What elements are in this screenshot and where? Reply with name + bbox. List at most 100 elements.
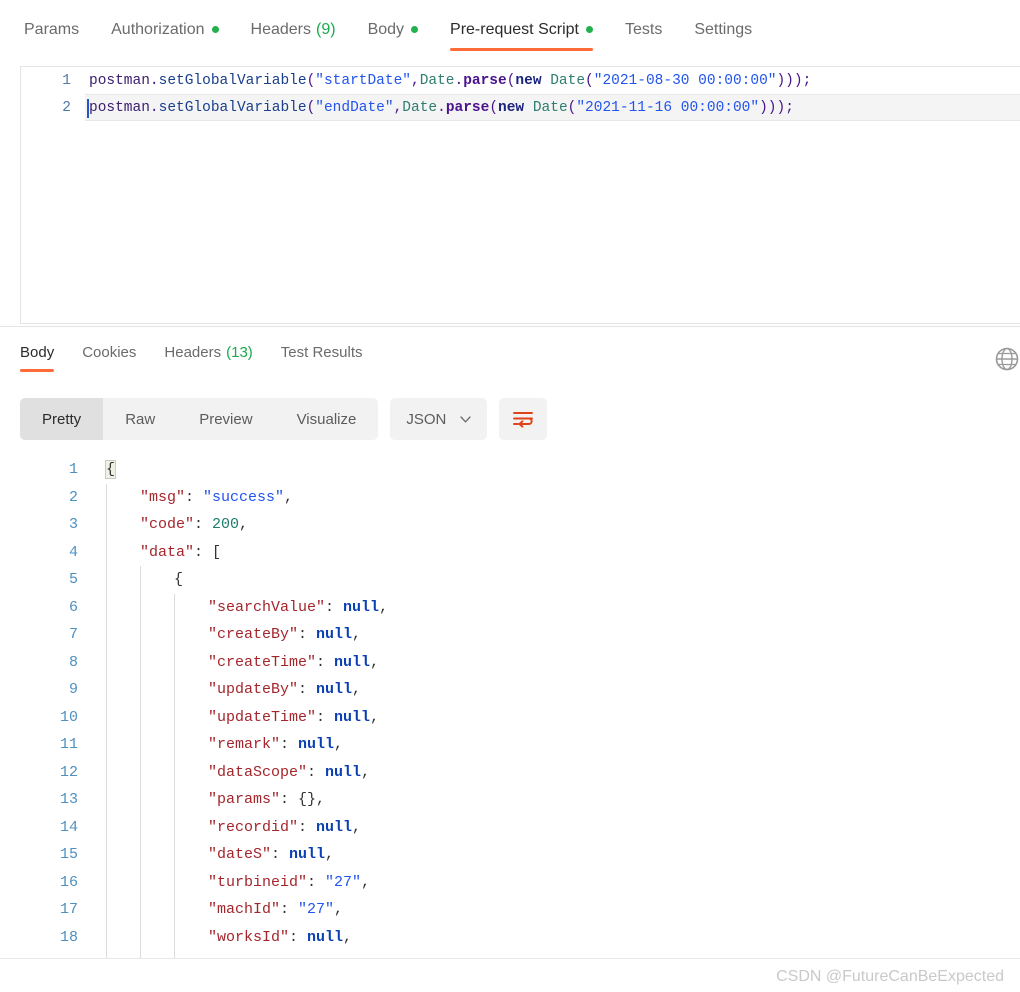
globe-icon[interactable] <box>994 346 1020 372</box>
code-token: . <box>437 99 446 116</box>
request-tab-count: (9) <box>316 21 336 38</box>
code-line[interactable]: 2 postman.setGlobalVariable("endDate",Dat… <box>21 94 1020 121</box>
json-token: null <box>325 763 362 781</box>
json-token: , <box>316 791 326 809</box>
indent-guide <box>140 648 141 676</box>
request-tab-headers[interactable]: Headers (9) <box>251 20 336 51</box>
json-line-content: "worksId": null, <box>92 923 1020 951</box>
json-line: 9 "updateBy": null, <box>0 676 1020 704</box>
indent-guide <box>106 621 107 649</box>
json-line: 15 "dateS": null, <box>0 841 1020 869</box>
response-tab-body[interactable]: Body <box>20 344 55 372</box>
json-line-number: 13 <box>59 791 78 809</box>
json-token: { <box>174 571 184 589</box>
code-line[interactable]: 1 postman.setGlobalVariable("startDate",D… <box>21 67 1020 94</box>
request-tab-tests[interactable]: Tests <box>625 20 662 51</box>
indent-guide <box>174 923 175 951</box>
wrap-text-button[interactable] <box>499 398 548 440</box>
json-line-number: 16 <box>59 873 78 891</box>
json-line-number: 8 <box>68 653 78 671</box>
json-line-content: { <box>92 456 1020 484</box>
watermark: CSDN @FutureCanBeExpected <box>776 968 1004 985</box>
json-line-number: 18 <box>59 928 78 946</box>
code-token: . <box>149 72 159 89</box>
response-tab-test-results[interactable]: Test Results <box>281 344 363 372</box>
request-tab-label: Body <box>367 21 405 38</box>
request-tab-authorization[interactable]: Authorization <box>111 20 219 51</box>
response-section-divider <box>0 326 1020 327</box>
indent-guide <box>140 923 141 951</box>
json-line: 16 "turbineid": "27", <box>0 868 1020 896</box>
json-line-content: "updateBy": null, <box>92 676 1020 704</box>
json-token: null <box>289 846 326 864</box>
indent-guide <box>106 868 107 896</box>
json-token: : <box>194 543 213 561</box>
tab-modified-dot-icon <box>411 26 419 33</box>
json-line: 8 "createTime": null, <box>0 648 1020 676</box>
json-token: "27" <box>298 901 335 919</box>
response-tab-bar: Body Cookies Headers (13) Test Results <box>20 344 1020 380</box>
json-token: , <box>334 901 344 919</box>
code-line-content[interactable]: postman.setGlobalVariable("startDate",Da… <box>85 67 1020 94</box>
json-token: : <box>194 516 213 534</box>
response-view-pretty[interactable]: Pretty <box>20 398 104 440</box>
json-token: , <box>379 598 389 616</box>
indent-guide <box>174 841 175 869</box>
response-format-dropdown[interactable]: JSON <box>390 398 488 440</box>
indent-guide <box>140 703 141 731</box>
active-tab-underline <box>450 48 593 51</box>
json-token: , <box>361 763 371 781</box>
indent-guide <box>174 703 175 731</box>
indent-guide <box>174 621 175 649</box>
active-tab-underline <box>20 369 55 372</box>
json-token: "recordid" <box>208 818 299 836</box>
code-token: ( <box>306 99 316 116</box>
code-token: , <box>410 72 420 89</box>
json-token: null <box>307 928 344 946</box>
json-line-number: 3 <box>68 516 78 534</box>
pre-request-script-editor[interactable]: 1 postman.setGlobalVariable("startDate",D… <box>20 66 1020 324</box>
json-line-number: 1 <box>68 461 78 479</box>
json-token: "msg" <box>140 488 186 506</box>
response-view-visualize[interactable]: Visualize <box>275 398 379 440</box>
tab-modified-dot-icon <box>585 26 593 33</box>
code-token: parse <box>463 72 507 89</box>
json-token: , <box>343 928 353 946</box>
tab-modified-dot-icon <box>211 26 219 33</box>
json-line-content: "machId": "27", <box>92 896 1020 924</box>
code-token: ( <box>489 99 499 116</box>
code-token: Date <box>419 72 455 89</box>
request-tab-settings[interactable]: Settings <box>694 20 752 51</box>
json-token: : <box>316 708 335 726</box>
indent-guide <box>106 483 107 511</box>
request-tab-pre-request-script[interactable]: Pre-request Script <box>450 20 593 51</box>
indent-guide <box>106 758 107 786</box>
response-tab-count: (13) <box>226 344 253 361</box>
json-token: null <box>316 626 353 644</box>
code-line-content[interactable]: postman.setGlobalVariable("endDate",Date… <box>85 94 1020 121</box>
code-token: . <box>454 72 464 89</box>
indent-guide <box>106 841 107 869</box>
json-line-content: "searchValue": null, <box>92 593 1020 621</box>
json-line: 7 "createBy": null, <box>0 621 1020 649</box>
response-tab-headers[interactable]: Headers (13) <box>164 344 252 372</box>
request-tab-params[interactable]: Params <box>24 20 79 51</box>
response-body-json-viewer[interactable]: 1{2 "msg": "success", 3 "code": 200, 4 "data"… <box>0 456 1020 958</box>
json-line: 2 "msg": "success", <box>0 483 1020 511</box>
json-token: : <box>280 791 299 809</box>
json-token: : <box>325 598 344 616</box>
request-tab-body[interactable]: Body <box>367 20 419 51</box>
request-tab-bar: Params Authorization Headers (9) Body Pre-req… <box>0 0 1020 60</box>
response-view-raw[interactable]: Raw <box>103 398 177 440</box>
response-tab-label: Test Results <box>280 344 363 361</box>
json-token: null <box>298 736 335 754</box>
code-token: . <box>149 99 159 116</box>
response-tab-cookies[interactable]: Cookies <box>82 344 136 372</box>
code-token: "startDate" <box>315 72 411 89</box>
json-line-number: 4 <box>68 543 78 561</box>
code-token: new <box>515 72 542 89</box>
json-token: : <box>298 626 317 644</box>
request-tab-label: Settings <box>694 21 753 38</box>
json-line: 1{ <box>0 456 1020 484</box>
response-view-preview[interactable]: Preview <box>177 398 274 440</box>
